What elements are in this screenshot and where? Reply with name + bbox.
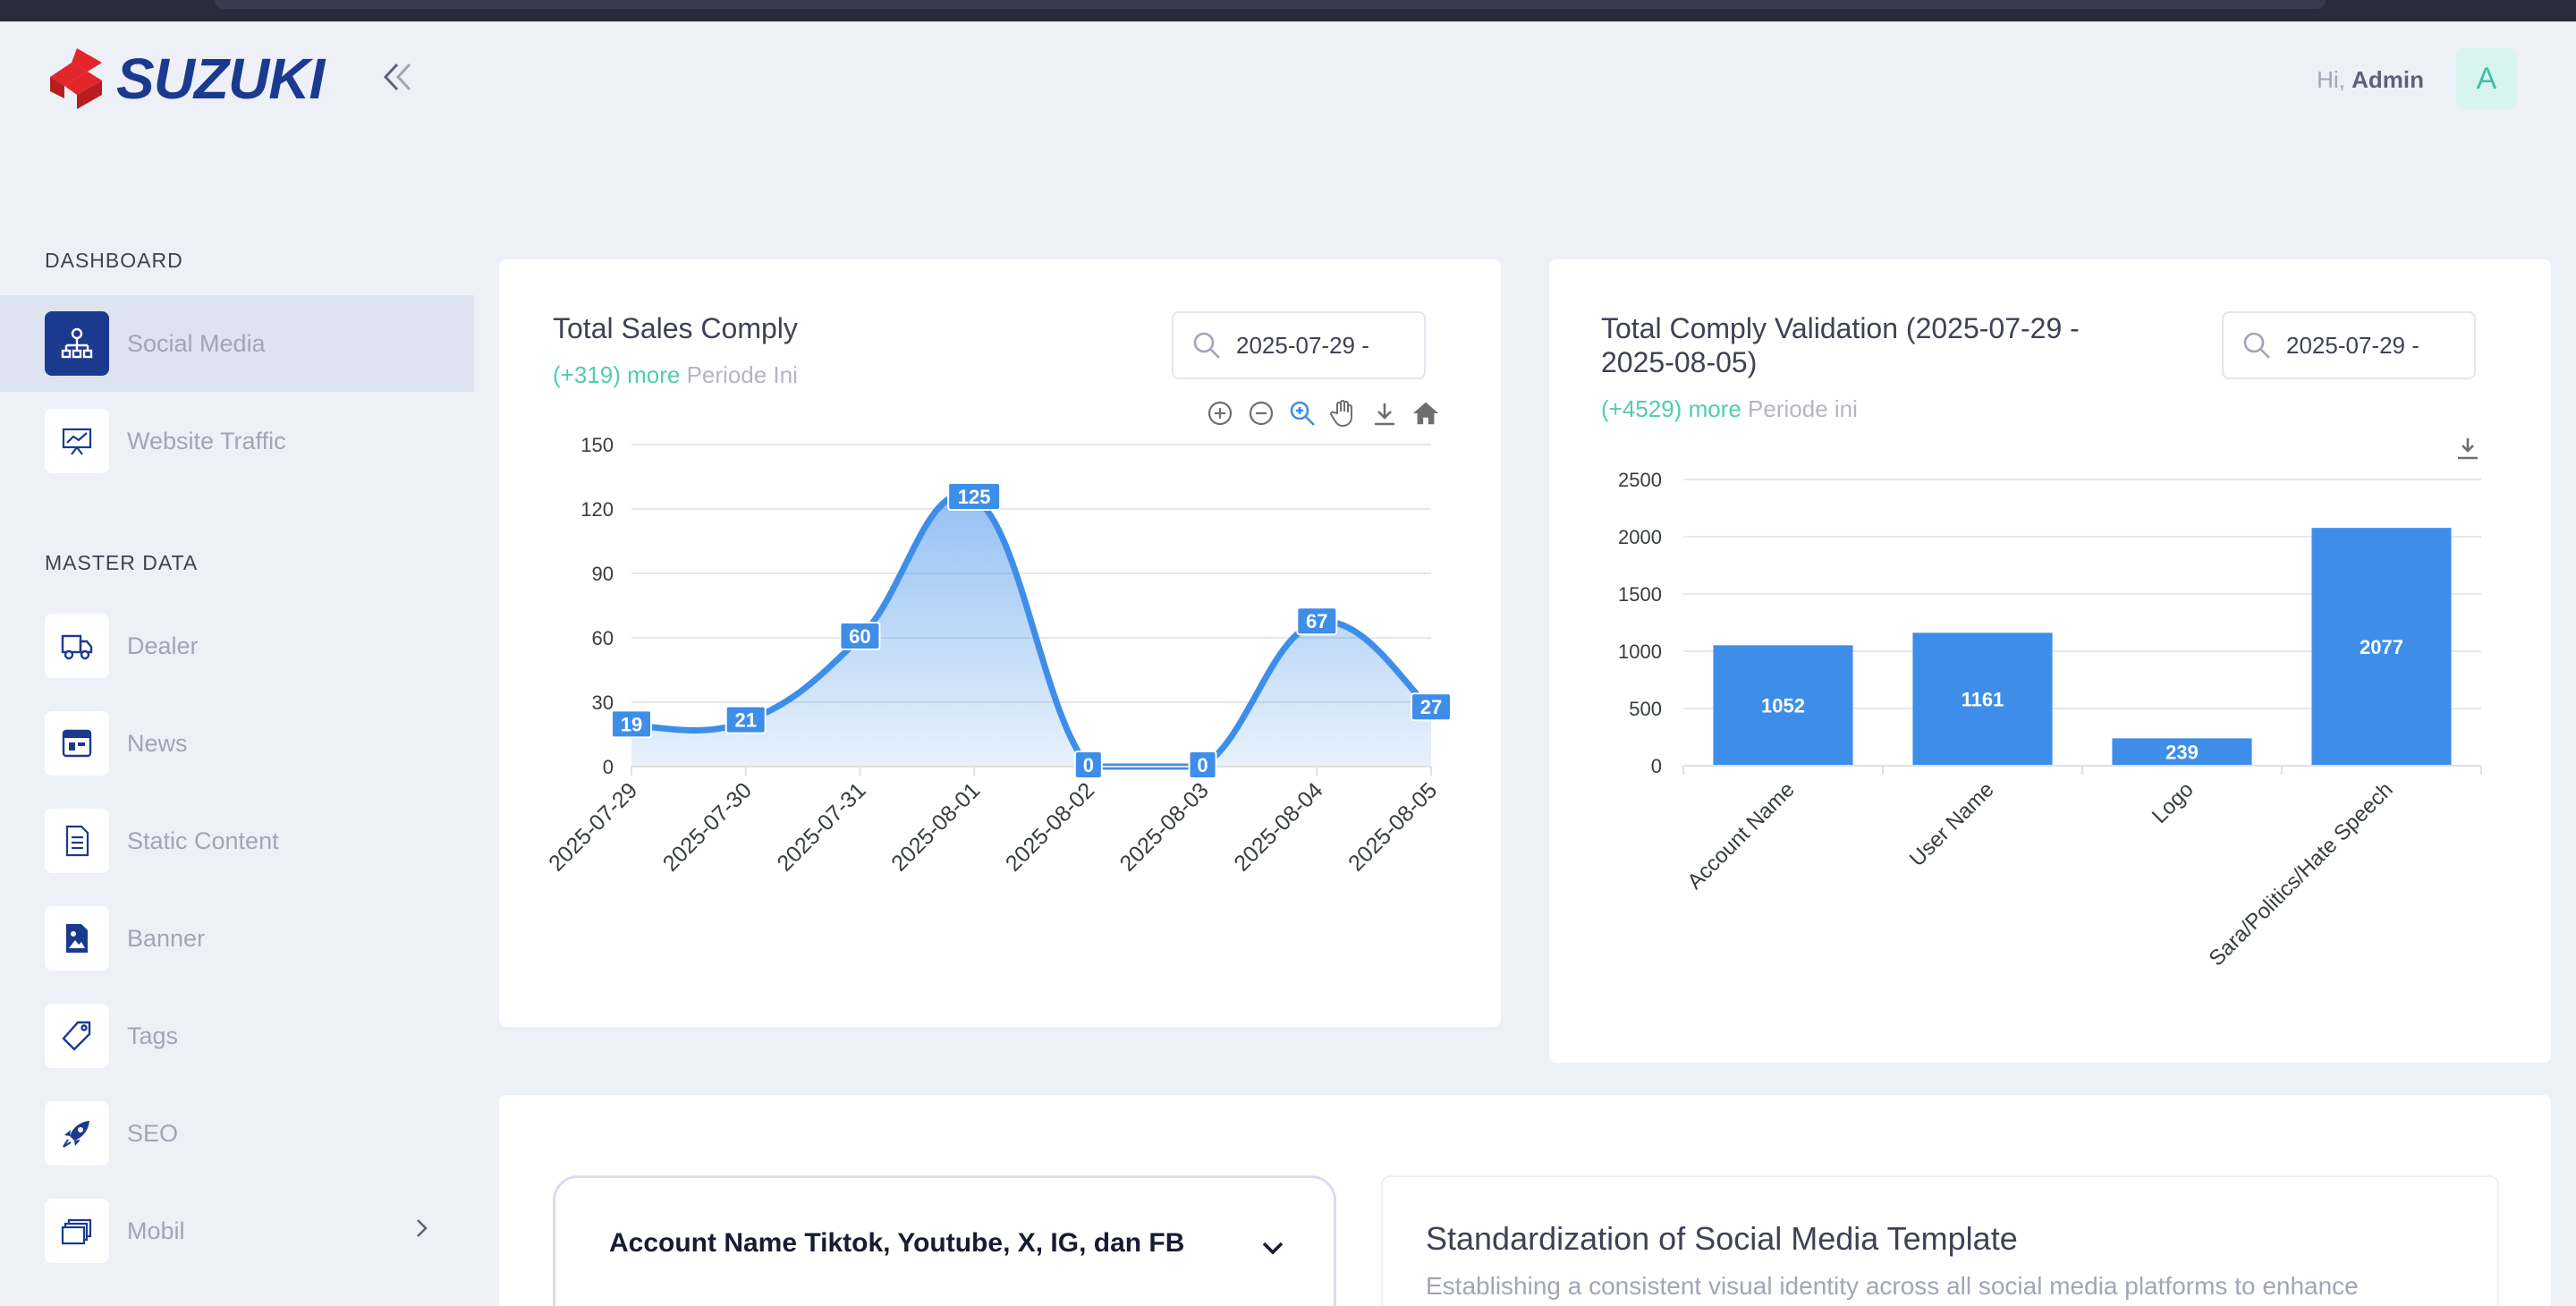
user-name: Admin [2351,66,2424,93]
standardization-card: Standardization of Social Media Template… [1381,1175,2499,1306]
suzuki-logo-icon [50,48,102,109]
sidebar-item-label: Banner [127,924,206,952]
x-tick-label: 2025-08-02 [1001,777,1099,876]
sidebar-item-seo[interactable]: SEO [0,1085,474,1182]
sidebar-item-mobil[interactable]: Mobil [0,1183,474,1279]
x-tick-label: User Name [1905,777,1999,871]
std-description: Establishing a consistent visual identit… [1426,1272,2359,1300]
y-tick-label: 2000 [1618,526,1662,548]
truck-icon [45,614,109,678]
comply-validation-card: Total Comply Validation (2025-07-29 -202… [1549,259,2551,1063]
sales-comply-card: Total Sales Comply (+319) more Periode I… [499,259,1501,1027]
avatar[interactable]: A [2456,48,2517,109]
sidebar-section-master-data: MASTER DATA [45,551,199,574]
y-tick-label: 120 [580,498,614,521]
sidebar-item-tags[interactable]: Tags [0,988,474,1084]
sidebar-item-label: News [127,729,188,757]
x-tick-label: 2025-08-03 [1115,777,1214,876]
x-tick-label: 2025-07-31 [772,777,870,876]
sidebar-section-dashboard: DASHBOARD [45,249,183,272]
data-label: 125 [958,486,991,508]
bar-value-label: 239 [2165,742,2199,764]
x-tick-label: 2025-08-05 [1343,777,1442,876]
gallery-icon [45,1199,109,1263]
y-tick-label: 90 [592,563,614,585]
y-tick-label: 150 [580,434,614,456]
x-tick-label: 2025-07-29 [544,777,642,876]
double-chevron-left-icon [383,63,411,91]
y-tick-label: 1500 [1618,583,1662,606]
x-tick-label: 2025-08-01 [886,777,985,876]
chevron-right-icon [417,1219,428,1237]
y-tick-label: 500 [1629,698,1662,720]
document-icon [45,809,109,873]
sidebar-item-label: Social Media [127,329,266,357]
calendar-news-icon [45,711,109,776]
rocket-icon [45,1101,109,1166]
y-tick-label: 60 [592,627,614,649]
sidebar-item-label: SEO [127,1119,179,1147]
data-label: 0 [1197,754,1208,776]
sitemap-icon [45,311,109,376]
y-tick-label: 1000 [1618,640,1662,663]
data-label: 19 [621,713,642,735]
x-tick-label: Logo [2148,777,2199,828]
image-file-icon [45,906,109,971]
validation-bar-chart: 0 500 1000 1500 2000 2500 1052 1161 239 2077 Accou… [1618,469,2482,971]
sidebar-item-label: Static Content [127,827,279,854]
brand-logo[interactable]: SUZUKI [45,47,325,111]
sidebar-item-dealer[interactable]: Dealer [0,598,474,694]
bar-value-label: 1161 [1962,689,2004,711]
data-label: 0 [1083,754,1094,776]
accordion-title: Account Name Tiktok, Youtube, X, IG, dan… [609,1228,1185,1258]
sidebar-item-label: Website Traffic [127,427,286,454]
x-tick-label: Account Name [1682,777,1799,894]
sidebar-item-banner[interactable]: Banner [0,890,474,987]
user-greeting: Hi, Admin [2317,66,2424,94]
sidebar-item-website-traffic[interactable]: Website Traffic [0,393,474,489]
tag-icon [45,1004,109,1068]
collapse-sidebar-button[interactable] [379,59,415,95]
y-tick-label: 2500 [1618,469,1662,491]
greeting-text: Hi, [2317,66,2345,93]
data-label: 60 [849,625,870,648]
y-tick-label: 30 [592,691,614,714]
x-tick-label: 2025-07-30 [658,777,757,876]
y-tick-label: 0 [603,756,614,778]
sidebar-item-static-content[interactable]: Static Content [0,793,474,889]
x-tick-label: Sara/Politics/Hate Speech [2205,777,2398,971]
address-bar [215,0,2326,9]
bar-value-label: 2077 [2360,636,2403,658]
x-tick-label: 2025-08-04 [1229,777,1327,876]
window-top-bar [0,0,2576,21]
presentation-chart-icon [45,409,109,473]
std-title: Standardization of Social Media Template [1426,1220,2018,1257]
sales-area-chart: 0 30 60 90 120 150 2025-07-29 2025-07-30 2025-07… [544,434,1452,877]
account-name-accordion[interactable]: Account Name Tiktok, Youtube, X, IG, dan… [553,1175,1336,1306]
brand-name: SUZUKI [116,47,325,111]
data-label: 27 [1420,696,1442,718]
avatar-letter: A [2476,61,2497,96]
chevron-down-icon[interactable] [1257,1232,1289,1264]
sidebar-item-social-media[interactable]: Social Media [0,295,474,392]
sidebar-item-label: Mobil [127,1217,185,1244]
sidebar-item-news[interactable]: News [0,695,474,792]
sidebar-item-label: Tags [127,1022,179,1049]
bar-value-label: 1052 [1761,695,1805,717]
y-tick-label: 0 [1651,755,1662,777]
data-label: 67 [1306,610,1327,632]
sidebar-item-label: Dealer [127,632,199,659]
data-label: 21 [734,709,756,732]
